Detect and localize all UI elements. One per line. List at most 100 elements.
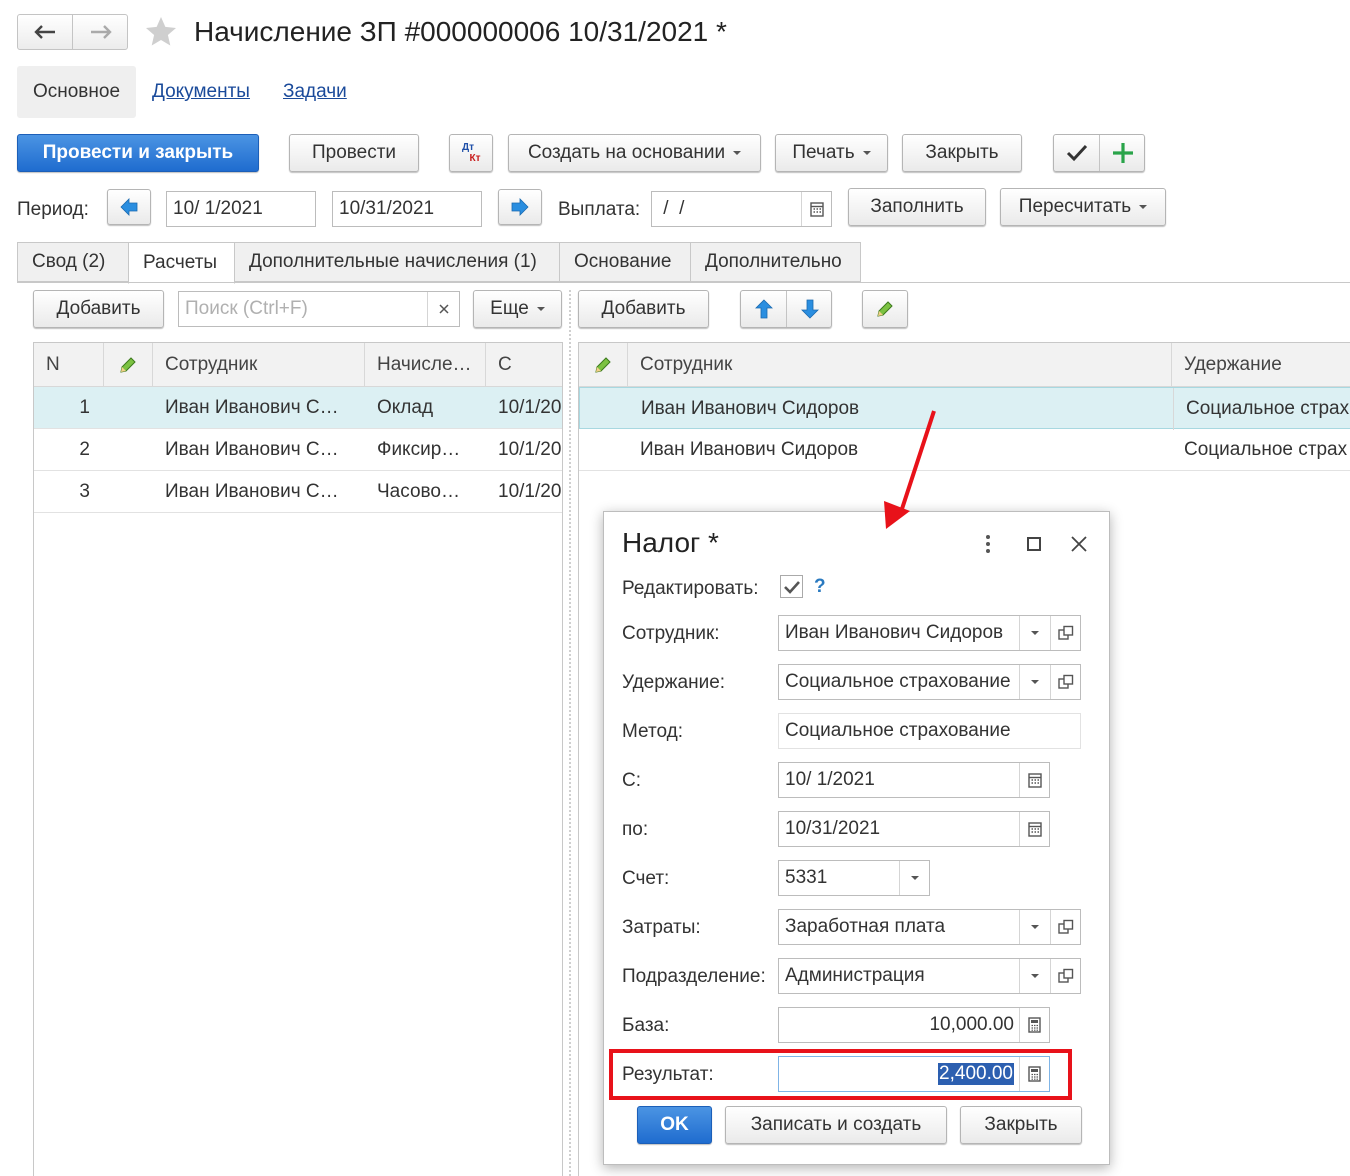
nav-tab-documents[interactable]: Документы — [152, 81, 250, 103]
tab-additional[interactable]: Дополнительно — [690, 242, 861, 282]
tab-calculations[interactable]: Расчеты — [128, 242, 235, 284]
more-button[interactable]: Еще — [473, 290, 562, 328]
to-date-value: 10/31/2021 — [785, 818, 881, 839]
to-calendar-button[interactable] — [1019, 812, 1049, 846]
col-accrual[interactable]: Начисле… — [365, 343, 486, 387]
base-calculator-button[interactable] — [1019, 1008, 1049, 1042]
employee-dropdown-button[interactable] — [1019, 616, 1049, 650]
from-label: С: — [622, 770, 641, 791]
annotation-arrow — [884, 410, 936, 529]
favorite-star-icon[interactable] — [143, 14, 179, 50]
calculator-icon — [1028, 1017, 1041, 1033]
right-grid-header: Сотрудник Удержание — [579, 343, 1350, 387]
print-button[interactable]: Печать — [775, 134, 888, 172]
deduction-field[interactable]: Социальное страхование — [778, 664, 1081, 700]
row-accrual: Фиксир… — [377, 439, 461, 460]
payment-calendar-button[interactable] — [801, 192, 831, 226]
col-edit[interactable] — [104, 343, 153, 387]
division-dropdown-button[interactable] — [1019, 959, 1049, 993]
row-n: 2 — [79, 439, 90, 460]
post-and-close-button[interactable]: Провести и закрыть — [17, 134, 259, 172]
right-add-button[interactable]: Добавить — [578, 290, 709, 328]
division-field[interactable]: Администрация — [778, 958, 1081, 994]
forward-button[interactable] — [73, 15, 128, 49]
move-group — [740, 290, 832, 328]
payment-date-field[interactable]: / / — [651, 191, 832, 227]
employee-field[interactable]: Иван Иванович Сидоров — [778, 615, 1081, 651]
ok-button[interactable]: OK — [637, 1106, 712, 1144]
arrow-up-icon — [754, 299, 773, 319]
table-row[interactable]: Иван Иванович Сидоров Социальное страх — [579, 387, 1350, 430]
dialog-close-text-button[interactable]: Закрыть — [960, 1106, 1082, 1144]
arrow-left-icon — [34, 25, 55, 39]
col-deduction[interactable]: Удержание — [1172, 343, 1350, 387]
costs-dropdown-button[interactable] — [1019, 910, 1049, 944]
period-to-field[interactable]: 10/31/2021 — [332, 191, 482, 227]
fill-button[interactable]: Заполнить — [848, 188, 986, 226]
col-n[interactable]: N — [34, 343, 104, 387]
checkmark-icon — [783, 580, 800, 594]
dialog-maximize-button[interactable] — [1020, 530, 1048, 558]
dialog-menu-button[interactable] — [974, 530, 1002, 558]
col-employee[interactable]: Сотрудник — [628, 343, 1172, 387]
account-dropdown-button[interactable] — [899, 861, 929, 895]
open-icon — [1057, 625, 1073, 640]
create-based-on-button[interactable]: Создать на основании — [508, 134, 761, 172]
move-down-button[interactable] — [787, 291, 832, 327]
back-button[interactable] — [18, 15, 73, 49]
deduction-dropdown-button[interactable] — [1019, 665, 1049, 699]
dialog-close-button[interactable] — [1065, 530, 1093, 558]
costs-open-button[interactable] — [1050, 910, 1080, 944]
col-employee[interactable]: Сотрудник — [153, 343, 365, 387]
move-up-button[interactable] — [741, 291, 787, 327]
payment-label: Выплата: — [558, 199, 641, 220]
table-row[interactable]: 3 Иван Иванович С… Часово… 10/1/20 — [34, 471, 562, 513]
to-label: по: — [622, 819, 649, 840]
period-next-button[interactable] — [498, 189, 542, 225]
costs-field[interactable]: Заработная плата — [778, 909, 1081, 945]
edit-checkbox[interactable] — [780, 575, 803, 598]
panel-splitter[interactable] — [569, 290, 571, 1176]
calendar-icon — [1027, 822, 1042, 837]
edit-button[interactable] — [862, 290, 908, 328]
account-value: 5331 — [785, 867, 828, 888]
add-button[interactable] — [1100, 135, 1145, 171]
dtkt-button[interactable]: Дт Кт — [449, 134, 493, 172]
table-row[interactable]: 2 Иван Иванович С… Фиксир… 10/1/20 — [34, 429, 562, 471]
to-date-field[interactable]: 10/31/2021 — [778, 811, 1050, 847]
table-row[interactable]: 1 Иван Иванович С… Оклад 10/1/20 — [34, 387, 562, 429]
left-grid-header: N Сотрудник Начисле… С — [34, 343, 562, 387]
recalculate-button[interactable]: Пересчитать — [1000, 188, 1166, 226]
post-button[interactable]: Провести — [289, 134, 419, 172]
period-prev-button[interactable] — [107, 189, 151, 225]
account-label: Счет: — [622, 868, 670, 889]
deduction-open-button[interactable] — [1050, 665, 1080, 699]
nav-tab-main[interactable]: Основное — [17, 66, 136, 118]
tab-additional-accruals[interactable]: Дополнительные начисления (1) — [234, 242, 560, 282]
left-add-button[interactable]: Добавить — [33, 290, 164, 328]
period-from-field[interactable]: 10/ 1/2021 — [166, 191, 316, 227]
annotation-highlight-box — [609, 1049, 1072, 1100]
base-field[interactable]: 10,000.00 — [778, 1007, 1050, 1043]
search-clear-button[interactable] — [427, 292, 459, 326]
tab-basis[interactable]: Основание — [559, 242, 691, 282]
search-input[interactable]: Поиск (Ctrl+F) — [178, 291, 460, 327]
close-button[interactable]: Закрыть — [902, 134, 1022, 172]
nav-tab-tasks[interactable]: Задачи — [283, 81, 347, 103]
employee-open-button[interactable] — [1050, 616, 1080, 650]
search-placeholder: Поиск (Ctrl+F) — [185, 298, 308, 319]
help-link[interactable]: ? — [814, 576, 826, 598]
more-label: Еще — [490, 298, 529, 319]
save-and-create-button[interactable]: Записать и создать — [725, 1106, 947, 1144]
account-field[interactable]: 5331 — [778, 860, 930, 896]
check-button[interactable] — [1054, 135, 1100, 171]
col-edit[interactable] — [579, 343, 628, 387]
from-calendar-button[interactable] — [1019, 763, 1049, 797]
edit-label: Редактировать: — [622, 578, 759, 599]
table-row[interactable]: Иван Иванович Сидоров Социальное страх — [579, 429, 1350, 471]
row-accrual: Часово… — [377, 481, 460, 502]
col-from[interactable]: С — [486, 343, 562, 387]
tab-summary[interactable]: Свод (2) — [17, 242, 129, 282]
division-open-button[interactable] — [1050, 959, 1080, 993]
from-date-field[interactable]: 10/ 1/2021 — [778, 762, 1050, 798]
